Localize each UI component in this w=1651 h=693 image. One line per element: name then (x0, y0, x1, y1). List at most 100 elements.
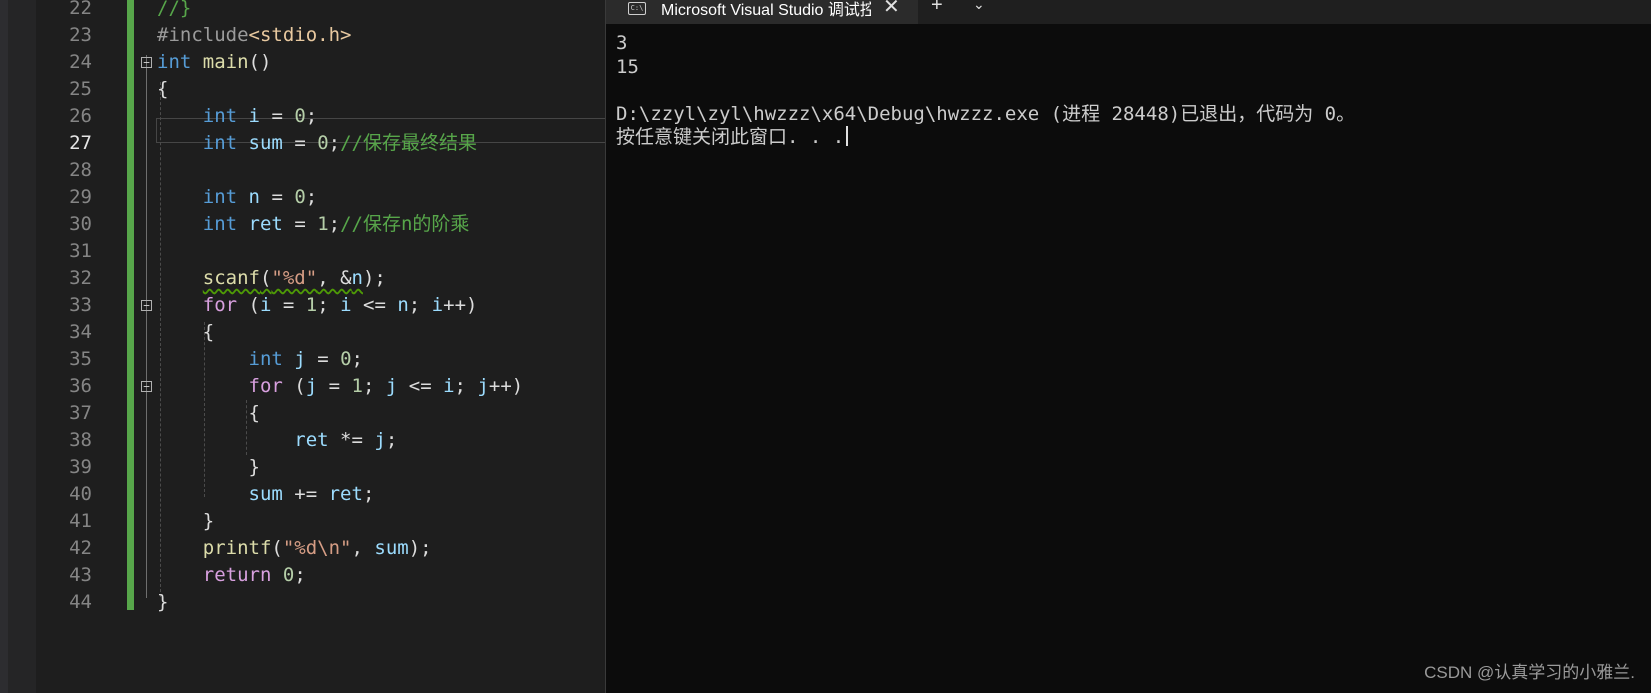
code-token: } (157, 510, 215, 532)
code-token: int (202, 186, 238, 208)
code-line[interactable]: return 0; (157, 562, 306, 589)
console-output-line: 3 (616, 32, 628, 54)
code-token: ; (362, 483, 375, 505)
code-token: { (157, 402, 260, 424)
line-number: 23 (69, 24, 92, 46)
code-token: n (248, 186, 260, 208)
code-token: //保存最终结果 (340, 132, 477, 154)
code-token: ; (294, 564, 306, 586)
fold-toggle-icon[interactable]: − (141, 57, 152, 68)
code-line[interactable]: ret *= j; (157, 427, 397, 454)
fold-toggle-icon[interactable]: − (141, 300, 152, 311)
code-token: ); (362, 267, 386, 289)
code-line[interactable]: int main() (157, 49, 271, 76)
line-number: 43 (69, 564, 92, 586)
code-token: ( (259, 267, 272, 289)
code-token: int (202, 105, 238, 127)
code-token: n (351, 267, 363, 289)
fold-toggle-icon[interactable]: − (141, 381, 152, 392)
line-number: 38 (69, 429, 92, 451)
code-token: ); (408, 537, 432, 559)
code-token: int (157, 51, 192, 73)
code-token: = (305, 348, 341, 370)
code-line[interactable]: int ret = 1;//保存n的阶乘 (157, 211, 470, 238)
line-number: 27 (69, 132, 92, 154)
line-number: 41 (69, 510, 92, 532)
code-token: j (385, 375, 398, 397)
code-token: sum (248, 483, 283, 505)
code-token: ; (454, 375, 478, 397)
code-token: , & (317, 267, 352, 289)
code-editor[interactable]: 22//} 23 #include<stdio.h> 24− int main() 25{… (0, 0, 605, 693)
line-number: 37 (69, 402, 92, 424)
code-token: for (202, 294, 238, 316)
code-line[interactable]: //} (157, 0, 191, 22)
code-token: 1 (351, 375, 363, 397)
line-number: 29 (69, 186, 92, 208)
code-line[interactable]: int n = 0; (157, 184, 317, 211)
code-token: ; (351, 348, 363, 370)
code-token: main (202, 51, 249, 73)
code-token: ++) (488, 375, 524, 397)
code-token: = (282, 213, 318, 235)
code-token: { (157, 321, 215, 343)
line-number: 39 (69, 456, 92, 478)
code-token: for (248, 375, 283, 397)
code-token: i (340, 294, 352, 316)
code-token: } (157, 456, 260, 478)
code-line[interactable]: for (i = 1; i <= n; i++) (157, 292, 478, 319)
code-line[interactable]: int j = 0; (157, 346, 363, 373)
line-number: 40 (69, 483, 92, 505)
line-number: 34 (69, 321, 92, 343)
code-line[interactable]: printf("%d\n", sum); (157, 535, 432, 562)
console-tab[interactable]: C:\ Microsoft Visual Studio 调试控制台 ✕ (606, 0, 918, 24)
line-number: 30 (69, 213, 92, 235)
chevron-down-icon[interactable]: ⌄ (973, 0, 985, 13)
console-output-line: 15 (616, 56, 639, 78)
code-line[interactable]: int sum = 0;//保存最终结果 (157, 130, 477, 157)
code-line[interactable]: { (157, 400, 260, 427)
terminal-icon: C:\ (628, 2, 646, 15)
code-token: i (443, 375, 455, 397)
code-token: n (397, 294, 409, 316)
code-line[interactable]: #include<stdio.h> (157, 22, 351, 49)
code-token: 0 (317, 132, 329, 154)
console-tab-bar: C:\ Microsoft Visual Studio 调试控制台 ✕ + ⌄ (606, 0, 1651, 24)
new-tab-icon[interactable]: + (931, 0, 943, 17)
code-token: { (157, 78, 169, 100)
code-token: = (260, 186, 295, 208)
code-token: += (282, 483, 329, 505)
code-token: ; (317, 294, 341, 316)
code-token: sum (248, 132, 283, 154)
editor-left-margin (0, 0, 8, 693)
code-line[interactable]: int i = 0; (157, 103, 317, 130)
code-token: ( (271, 537, 283, 559)
code-line[interactable]: for (j = 1; j <= i; j++) (157, 373, 524, 400)
code-token: //保存n的阶乘 (340, 213, 470, 235)
code-token: <stdio.h> (248, 24, 352, 46)
close-icon[interactable]: ✕ (883, 0, 900, 19)
code-line[interactable]: } (157, 508, 214, 535)
code-line[interactable]: { (157, 319, 214, 346)
code-token: <= (397, 375, 444, 397)
code-line[interactable]: scanf("%d", &n); (157, 265, 386, 292)
code-token: int (202, 213, 238, 235)
code-token: = (271, 294, 306, 316)
code-token: int (248, 348, 283, 370)
code-line[interactable]: { (157, 76, 168, 103)
code-token: ( (282, 375, 306, 397)
code-line[interactable]: } (157, 589, 168, 616)
code-line[interactable]: } (157, 454, 260, 481)
code-token: j (374, 429, 386, 451)
watermark: CSDN @认真学习的小雅兰. (1424, 663, 1635, 682)
code-line[interactable]: sum += ret; (157, 481, 375, 508)
debug-console-window[interactable]: C:\ Microsoft Visual Studio 调试控制台 ✕ + ⌄ … (605, 0, 1651, 693)
